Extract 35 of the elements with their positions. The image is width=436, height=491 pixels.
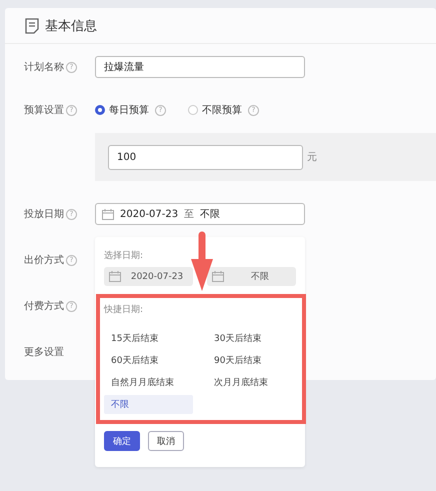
- document-icon: [25, 18, 39, 34]
- field-label: 更多设置: [24, 346, 64, 359]
- quick-date-option[interactable]: 次月月底结束: [207, 373, 296, 392]
- radio-button[interactable]: [95, 105, 105, 115]
- quick-date-option[interactable]: 60天后结束: [104, 351, 193, 370]
- quick-date-option[interactable]: 不限: [104, 395, 193, 414]
- calendar-icon: [109, 271, 121, 282]
- field-label: 预算设置: [24, 104, 64, 117]
- quick-date-option[interactable]: 90天后结束: [207, 351, 296, 370]
- radio-label[interactable]: 不限预算: [202, 103, 242, 117]
- quick-date-option[interactable]: 15天后结束: [104, 329, 193, 348]
- end-date: 不限: [200, 208, 220, 221]
- confirm-button[interactable]: 确定: [104, 431, 140, 451]
- cancel-button[interactable]: 取消: [148, 431, 184, 451]
- range-separator: 至: [184, 208, 194, 221]
- start-date: 2020-07-23: [120, 208, 178, 220]
- end-date-picker[interactable]: 不限: [207, 267, 296, 286]
- date-range-field[interactable]: 2020-07-23 至 不限: [95, 203, 305, 225]
- quick-date-option[interactable]: 30天后结束: [207, 329, 296, 348]
- arrow-annotation: [190, 231, 214, 293]
- budget-amount-field[interactable]: 100: [108, 144, 303, 170]
- field-label: 计划名称: [24, 60, 64, 74]
- radio-label[interactable]: 每日预算: [109, 103, 149, 117]
- start-date-picker[interactable]: 2020-07-23: [104, 267, 193, 286]
- calendar-icon: [212, 271, 224, 282]
- pick-date-label: 选择日期:: [104, 250, 144, 262]
- field-label: 投放日期: [24, 208, 64, 221]
- quick-date-option[interactable]: 自然月月底结束: [104, 373, 193, 392]
- field-label: 付费方式: [24, 300, 64, 313]
- field-label: 出价方式: [24, 254, 64, 267]
- unit-label: 元: [307, 151, 317, 164]
- section-title: 基本信息: [45, 18, 97, 34]
- quick-date-label: 快捷日期:: [104, 304, 144, 316]
- plan-name-field[interactable]: 拉爆流量: [95, 56, 305, 78]
- calendar-icon: [102, 208, 114, 220]
